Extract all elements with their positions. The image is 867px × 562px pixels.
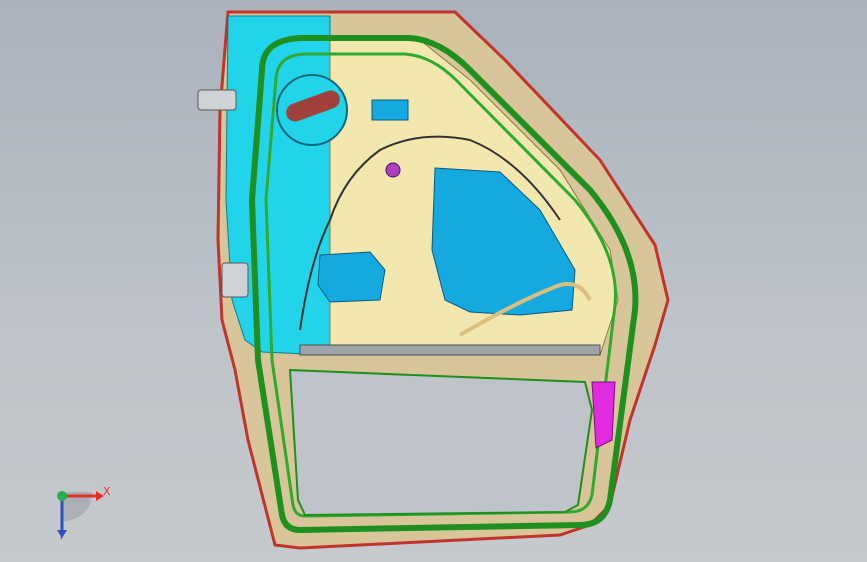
bottom-rail	[299, 344, 601, 356]
y-axis-label: Y	[58, 529, 65, 542]
cad-viewport[interactable]: X Y	[0, 0, 867, 562]
small-blue-cutout	[371, 99, 409, 121]
lower-hinge[interactable]	[221, 262, 249, 298]
speaker-pocket	[317, 251, 386, 303]
door-model[interactable]	[0, 0, 867, 562]
upper-hinge[interactable]	[197, 89, 237, 111]
triad-origin	[57, 491, 67, 501]
magenta-trim-piece	[591, 381, 616, 449]
magenta-fastener	[385, 162, 401, 178]
x-axis-label: X	[103, 485, 111, 498]
window-opening	[288, 368, 594, 517]
